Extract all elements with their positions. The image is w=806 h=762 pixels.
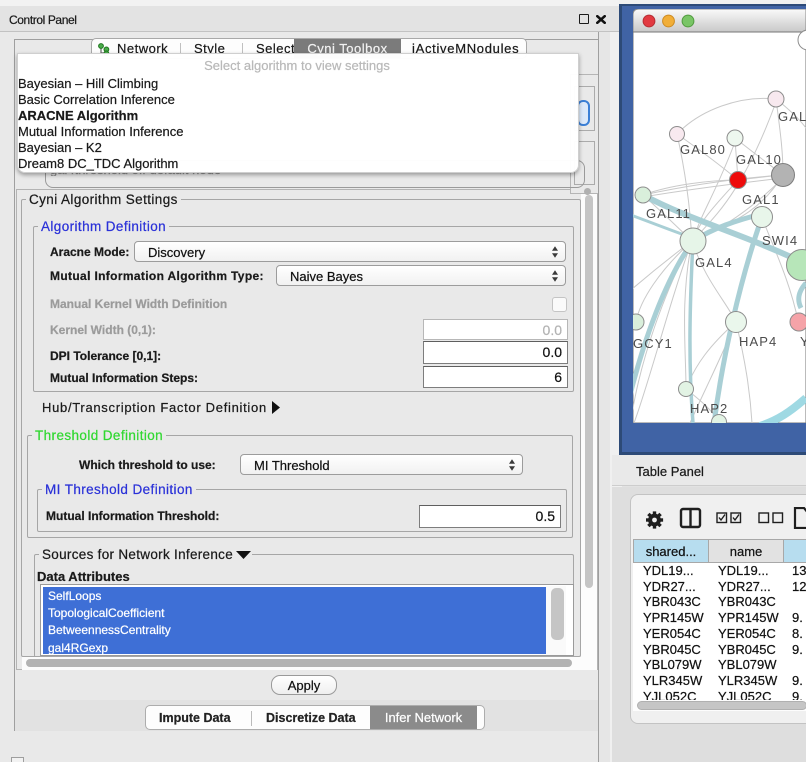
svg-text:SWI4: SWI4 [762,233,798,248]
svg-text:GCY1: GCY1 [633,336,673,351]
svg-text:GAL11: GAL11 [646,206,691,221]
svg-text:Y: Y [800,334,806,349]
svg-text:HAP4: HAP4 [739,334,777,349]
svg-text:HAP2: HAP2 [690,401,728,416]
svg-text:GAL4: GAL4 [695,255,733,270]
svg-text:GAL2: GAL2 [778,109,806,124]
svg-text:GAL10: GAL10 [736,152,782,167]
svg-text:GAL1: GAL1 [742,192,780,207]
svg-text:GAL80: GAL80 [680,142,726,157]
